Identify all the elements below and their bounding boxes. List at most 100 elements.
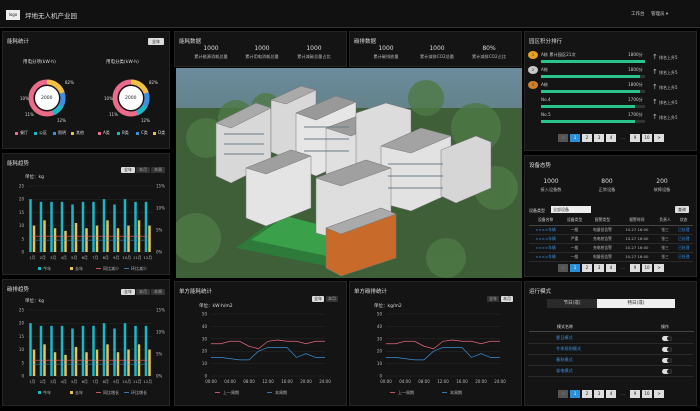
y2-tick: 5%	[156, 228, 163, 233]
table-row[interactable]: ××××车辆 严重 充电桩告警 10-27 16:00 张三 已处理	[529, 234, 693, 244]
mode-name-link[interactable]: 夏日模式	[556, 335, 573, 341]
page-button[interactable]: 4	[606, 134, 616, 142]
page-button[interactable]: 2	[582, 264, 592, 272]
page-button[interactable]: ...	[618, 134, 628, 142]
table-row[interactable]: ××××车辆 一般 电量低告警 10-27 16:00 张三 已处理	[529, 252, 693, 262]
panel-title: 单方能耗统计	[179, 289, 213, 295]
mode-name-link[interactable]: 冬季规则模式	[556, 346, 581, 352]
next-page-button[interactable]: >	[654, 390, 664, 398]
x-tick: 4月	[61, 255, 67, 260]
bar-current	[50, 325, 53, 376]
tab-month[interactable]: 本月	[501, 296, 513, 302]
bar-current	[39, 325, 43, 376]
tab-year[interactable]: 全年	[121, 289, 135, 295]
tab-special[interactable]: 特日(或)	[597, 299, 675, 308]
next-page-button[interactable]: >	[654, 264, 664, 272]
mode-name-link[interactable]: 省电模式	[556, 368, 573, 374]
page-button[interactable]: 9	[630, 264, 640, 272]
query-button[interactable]: 查询	[675, 206, 689, 213]
legend-item: 去年	[75, 265, 83, 271]
donut1-label: 82%	[65, 80, 74, 85]
bar-current	[71, 204, 74, 252]
rank-score: 1800分	[628, 52, 643, 57]
tab-month[interactable]: 本月	[326, 296, 338, 302]
y-tick: 15	[19, 334, 25, 339]
page-button[interactable]: 4	[606, 390, 616, 398]
y2-tick: 15%	[156, 308, 165, 313]
x-tick: 9月	[113, 379, 119, 384]
page-button[interactable]: ...	[618, 390, 628, 398]
table-cell[interactable]: ××××车辆	[529, 252, 563, 262]
mode-toggle[interactable]	[662, 346, 672, 352]
mode-name-link[interactable]: 春秋模式	[556, 357, 573, 363]
divider	[528, 354, 693, 355]
page-button[interactable]: 10	[642, 134, 652, 142]
x-tick: 16:00	[281, 379, 293, 384]
panel-title: 碳排数据	[354, 39, 377, 45]
bar-previous	[148, 349, 151, 376]
page-button[interactable]: 3	[594, 264, 604, 272]
mode-toggle[interactable]	[662, 357, 672, 363]
device-type-select[interactable]: 全部设备	[551, 206, 591, 213]
x-tick: 11月	[133, 255, 142, 260]
table-cell: 10-27 16:00	[617, 225, 656, 235]
page-button[interactable]: ...	[618, 264, 628, 272]
table-cell[interactable]: ××××车辆	[529, 234, 563, 244]
bar-current	[29, 323, 32, 376]
page-button[interactable]: 3	[594, 134, 604, 142]
table-cell[interactable]: ××××车辆	[529, 243, 563, 253]
panel-title: 单方碳排统计	[354, 289, 388, 295]
divider	[528, 343, 693, 344]
user-menu[interactable]: 管理员 ▾	[651, 11, 668, 17]
app-title: 坪地无人机产业园	[25, 12, 77, 20]
page-button[interactable]: 2	[582, 134, 592, 142]
bar-current	[113, 204, 116, 252]
table-cell: 严重	[562, 234, 587, 244]
bar-previous	[148, 225, 151, 252]
table-cell: 张三	[655, 252, 675, 262]
page-button[interactable]: 9	[630, 390, 640, 398]
rank-medal-icon: 3	[528, 81, 538, 89]
prev-page-button[interactable]: <	[558, 390, 568, 398]
rank-bar-track	[541, 60, 645, 63]
prev-page-button[interactable]: <	[558, 264, 568, 272]
tab-festival[interactable]: 节日(或)	[547, 299, 597, 308]
bar-current	[102, 323, 106, 376]
y-tick: 20	[202, 349, 208, 354]
bar-previous	[74, 346, 78, 376]
page-button[interactable]: 1	[570, 390, 580, 398]
mode-toggle[interactable]	[662, 335, 672, 341]
x-tick: 7月	[92, 379, 98, 384]
stat-item: 1000 接入设备数	[540, 178, 562, 192]
bar-previous	[32, 349, 36, 376]
table-cell: 已处理	[674, 234, 693, 244]
page-button[interactable]: 1	[570, 264, 580, 272]
legend-item: A类	[103, 130, 110, 135]
page-button[interactable]: 2	[582, 390, 592, 398]
tab-year[interactable]: 全年	[312, 296, 324, 302]
page-button[interactable]: 3	[594, 390, 604, 398]
tab-year[interactable]: 全年	[487, 296, 499, 302]
page-button[interactable]: 10	[642, 390, 652, 398]
y-tick: 0	[204, 374, 207, 379]
page-button[interactable]: 1	[570, 134, 580, 142]
table-row[interactable]: ××××车辆 一般 电量低告警 10-27 16:00 张三 已处理	[529, 225, 693, 235]
rank-up-icon: ↑	[652, 68, 658, 76]
page-button[interactable]: 4	[606, 264, 616, 272]
next-page-button[interactable]: >	[654, 134, 664, 142]
x-tick: 20:00	[300, 379, 312, 384]
filter-label: 设备类型	[529, 208, 545, 213]
page-button[interactable]: 10	[642, 264, 652, 272]
bar-current	[113, 328, 116, 376]
prev-page-button[interactable]: <	[558, 134, 568, 142]
table-cell: 10-27 16:00	[617, 234, 656, 244]
legend-item: 同比增长	[103, 389, 119, 395]
page-button[interactable]: 9	[630, 134, 640, 142]
tab-week[interactable]: 本周	[151, 289, 165, 295]
table-cell[interactable]: ××××车辆	[529, 225, 563, 235]
workbench-link[interactable]: 工作台	[631, 11, 645, 17]
tab-month[interactable]: 本月	[136, 289, 150, 295]
mode-toggle[interactable]	[662, 368, 672, 374]
table-row[interactable]: ××××车辆 一般 充电桩告警 10-27 16:00 张三 已处理	[529, 243, 693, 253]
rank-up-icon: ↑	[652, 98, 658, 106]
